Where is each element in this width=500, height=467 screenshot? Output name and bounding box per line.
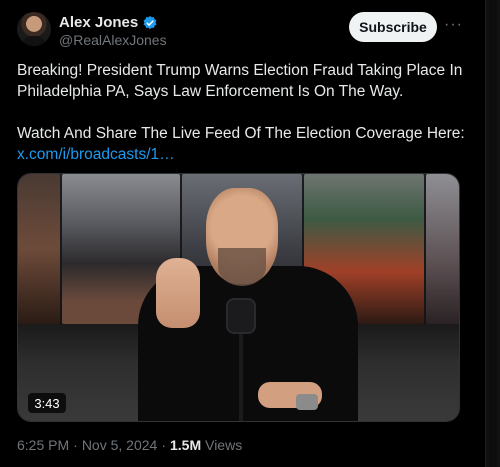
tweet-meta: 6:25 PM · Nov 5, 2024 · 1.5M Views — [17, 437, 242, 453]
tweet-text: Breaking! President Trump Warns Election… — [17, 60, 472, 165]
speaker-raised-hand — [156, 258, 200, 328]
views-label: Views — [205, 437, 243, 453]
video-speaker — [138, 186, 358, 421]
author-name-row: Alex Jones — [59, 14, 158, 31]
tweet-paragraph: Watch And Share The Live Feed Of The Ele… — [17, 123, 472, 165]
video-player[interactable] — [17, 173, 460, 422]
microphone-stand — [239, 334, 243, 421]
author-handle[interactable]: @RealAlexJones — [59, 32, 167, 48]
scrollbar[interactable] — [485, 0, 500, 467]
meta-separator: · — [73, 437, 78, 453]
tweet-paragraph: Breaking! President Trump Warns Election… — [17, 62, 463, 100]
views-count[interactable]: 1.5M — [170, 437, 201, 453]
meta-separator: · — [161, 437, 166, 453]
tweet-date[interactable]: Nov 5, 2024 — [82, 437, 158, 453]
tweet-card: Alex Jones @RealAlexJones Subscribe ··· … — [0, 0, 485, 467]
wristwatch — [296, 394, 318, 410]
author-display-name[interactable]: Alex Jones — [59, 14, 138, 31]
avatar-shirt — [22, 36, 46, 46]
verified-badge-icon — [142, 15, 158, 31]
broadcast-link[interactable]: x.com/i/broadcasts/1… — [17, 144, 472, 165]
subscribe-button[interactable]: Subscribe — [349, 12, 437, 42]
background-screen — [426, 174, 459, 324]
speaker-beard — [218, 248, 266, 286]
avatar[interactable] — [17, 12, 51, 46]
scrollbar-thumb[interactable] — [489, 0, 497, 467]
tweet-time[interactable]: 6:25 PM — [17, 437, 69, 453]
background-screen — [18, 174, 60, 324]
microphone-icon — [226, 298, 256, 334]
more-options-icon[interactable]: ··· — [444, 16, 462, 34]
tweet-paragraph-text: Watch And Share The Live Feed Of The Ele… — [17, 125, 465, 142]
video-duration-badge: 3:43 — [28, 393, 66, 413]
